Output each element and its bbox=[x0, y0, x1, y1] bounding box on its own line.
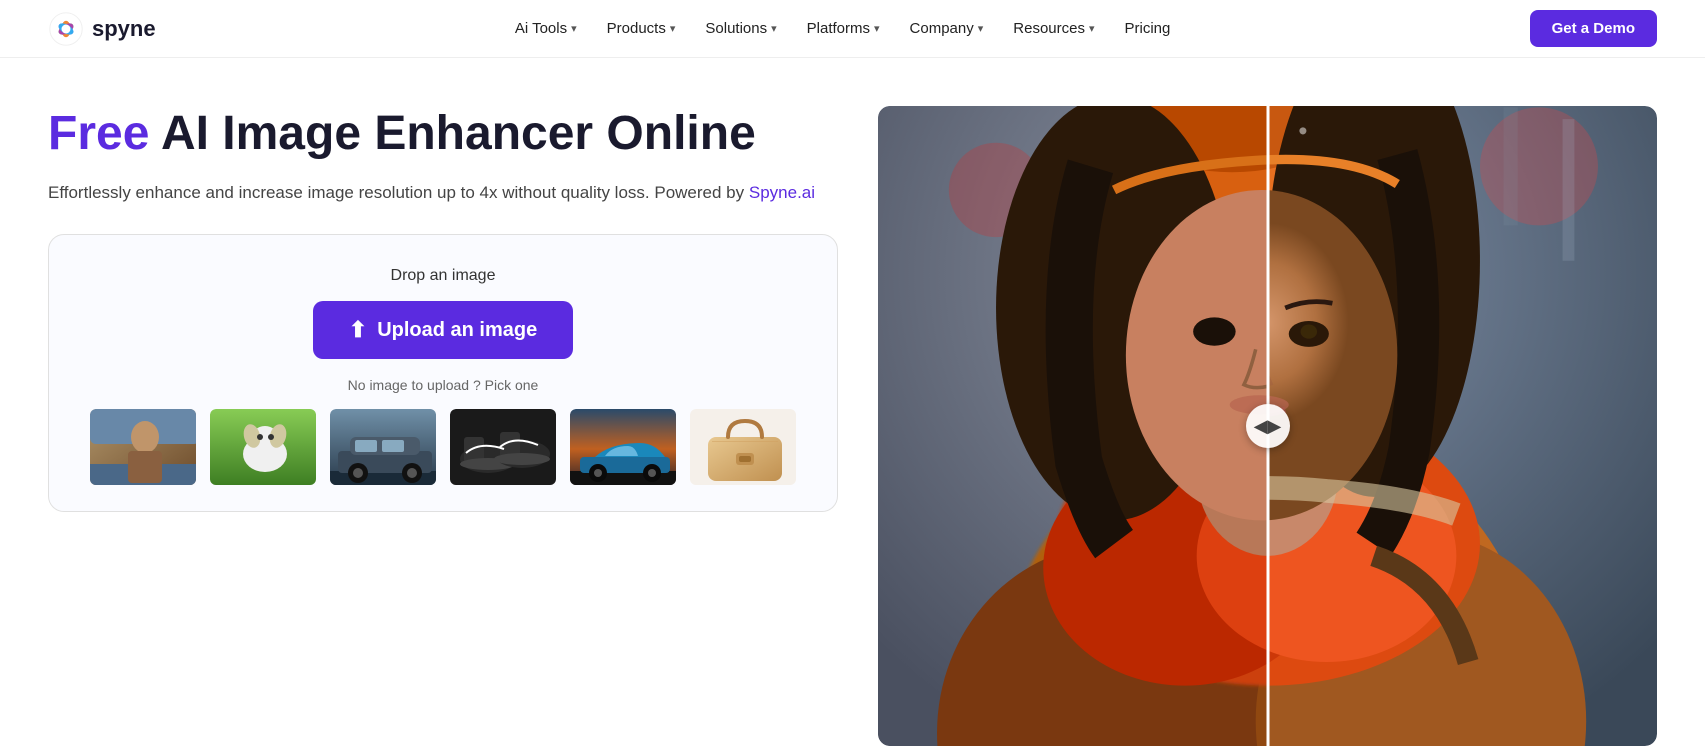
sample-image-man[interactable] bbox=[88, 407, 198, 487]
arrows-icon: ◀▶ bbox=[1254, 416, 1282, 437]
nav-item-resources[interactable]: Resources ▾ bbox=[1001, 12, 1106, 45]
logo[interactable]: spyne bbox=[48, 11, 156, 47]
upload-button-label: Upload an image bbox=[377, 319, 537, 342]
sample-img-svg bbox=[90, 409, 198, 487]
hero-title-rest: AI Image Enhancer Online bbox=[149, 107, 755, 160]
before-image bbox=[878, 106, 1268, 746]
main-content: Free AI Image Enhancer Online Effortless… bbox=[0, 58, 1705, 746]
upload-area: Drop an image ⬆ Upload an image No image… bbox=[48, 234, 838, 512]
upload-button[interactable]: ⬆ Upload an image bbox=[313, 301, 573, 359]
sample-image-sports-car[interactable] bbox=[568, 407, 678, 487]
sample-image-shoes[interactable] bbox=[448, 407, 558, 487]
sample-image-dog[interactable] bbox=[208, 407, 318, 487]
comparison-container: ◀▶ bbox=[878, 106, 1657, 746]
image-comparison[interactable]: ◀▶ bbox=[878, 106, 1657, 746]
chevron-down-icon: ▾ bbox=[978, 22, 984, 35]
hero-title: Free AI Image Enhancer Online bbox=[48, 106, 838, 161]
nav-label: Products bbox=[607, 20, 666, 37]
hero-subtitle: Effortlessly enhance and increase image … bbox=[48, 179, 838, 206]
hero-subtitle-text: Effortlessly enhance and increase image … bbox=[48, 183, 744, 202]
logo-text: spyne bbox=[92, 16, 156, 42]
chevron-down-icon: ▾ bbox=[571, 22, 577, 35]
nav-item-ai-tools[interactable]: Ai Tools ▾ bbox=[503, 12, 589, 45]
sample-img-svg bbox=[570, 409, 678, 487]
spyne-logo-icon bbox=[48, 11, 84, 47]
nav-label: Solutions bbox=[705, 20, 767, 37]
chevron-down-icon: ▾ bbox=[771, 22, 777, 35]
sample-image-suv[interactable] bbox=[328, 407, 438, 487]
sample-img-svg bbox=[690, 409, 798, 487]
upload-icon: ⬆ bbox=[349, 317, 367, 343]
nav-label: Ai Tools bbox=[515, 20, 567, 37]
nav-item-pricing[interactable]: Pricing bbox=[1113, 12, 1183, 45]
nav-label: Platforms bbox=[807, 20, 870, 37]
chevron-down-icon: ▾ bbox=[1089, 22, 1095, 35]
hero-title-highlight: Free bbox=[48, 107, 149, 160]
nav-item-solutions[interactable]: Solutions ▾ bbox=[693, 12, 788, 45]
drop-label: Drop an image bbox=[391, 267, 496, 285]
navbar: spyne Ai Tools ▾ Products ▾ Solutions ▾ … bbox=[0, 0, 1705, 58]
nav-label: Resources bbox=[1013, 20, 1085, 37]
sample-img-svg bbox=[330, 409, 438, 487]
sample-img-svg bbox=[210, 409, 318, 487]
get-demo-button[interactable]: Get a Demo bbox=[1530, 10, 1657, 47]
nav-item-company[interactable]: Company ▾ bbox=[898, 12, 996, 45]
left-panel: Free AI Image Enhancer Online Effortless… bbox=[48, 106, 838, 512]
chevron-down-icon: ▾ bbox=[670, 22, 676, 35]
nav-label: Pricing bbox=[1125, 20, 1171, 37]
spyne-link[interactable]: Spyne.ai bbox=[749, 183, 815, 202]
sample-images-row bbox=[88, 407, 798, 487]
chevron-down-icon: ▾ bbox=[874, 22, 880, 35]
nav-label: Company bbox=[910, 20, 974, 37]
sample-image-bag[interactable] bbox=[688, 407, 798, 487]
sample-img-svg bbox=[450, 409, 558, 487]
nav-item-platforms[interactable]: Platforms ▾ bbox=[795, 12, 892, 45]
nav-links: Ai Tools ▾ Products ▾ Solutions ▾ Platfo… bbox=[503, 12, 1183, 45]
pick-label: No image to upload ? Pick one bbox=[348, 377, 539, 393]
nav-item-products[interactable]: Products ▾ bbox=[595, 12, 688, 45]
comparison-handle[interactable]: ◀▶ bbox=[1246, 404, 1290, 448]
